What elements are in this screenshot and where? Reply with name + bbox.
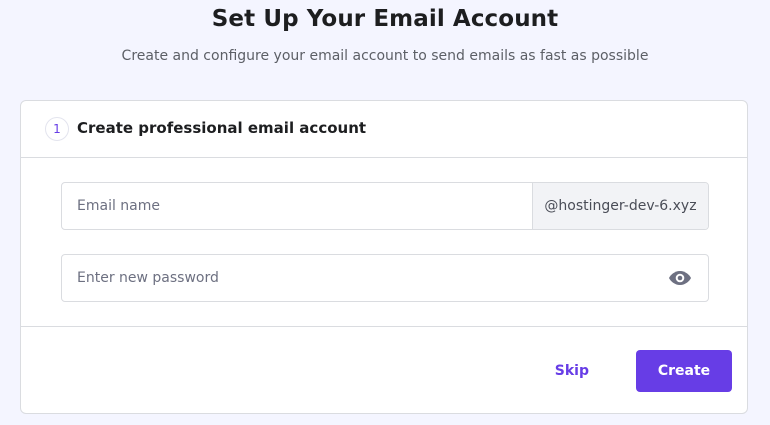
email-domain-suffix: @hostinger-dev-6.xyz	[532, 183, 708, 229]
step-number-badge: 1	[45, 117, 69, 141]
email-name-input[interactable]	[62, 183, 532, 229]
card-actions: Skip Create	[21, 326, 747, 413]
eye-icon[interactable]	[668, 268, 692, 288]
setup-card: 1 Create professional email account @hos…	[20, 100, 748, 414]
page-subtitle: Create and configure your email account …	[121, 48, 649, 64]
page-title: Set Up Your Email Account	[211, 6, 559, 32]
skip-button[interactable]: Skip	[547, 350, 597, 392]
create-button[interactable]: Create	[636, 350, 732, 392]
email-name-field: @hostinger-dev-6.xyz	[61, 182, 709, 230]
password-input[interactable]	[62, 255, 652, 301]
password-field	[61, 254, 709, 302]
step-header: 1 Create professional email account	[21, 101, 747, 158]
step-title: Create professional email account	[77, 119, 367, 137]
